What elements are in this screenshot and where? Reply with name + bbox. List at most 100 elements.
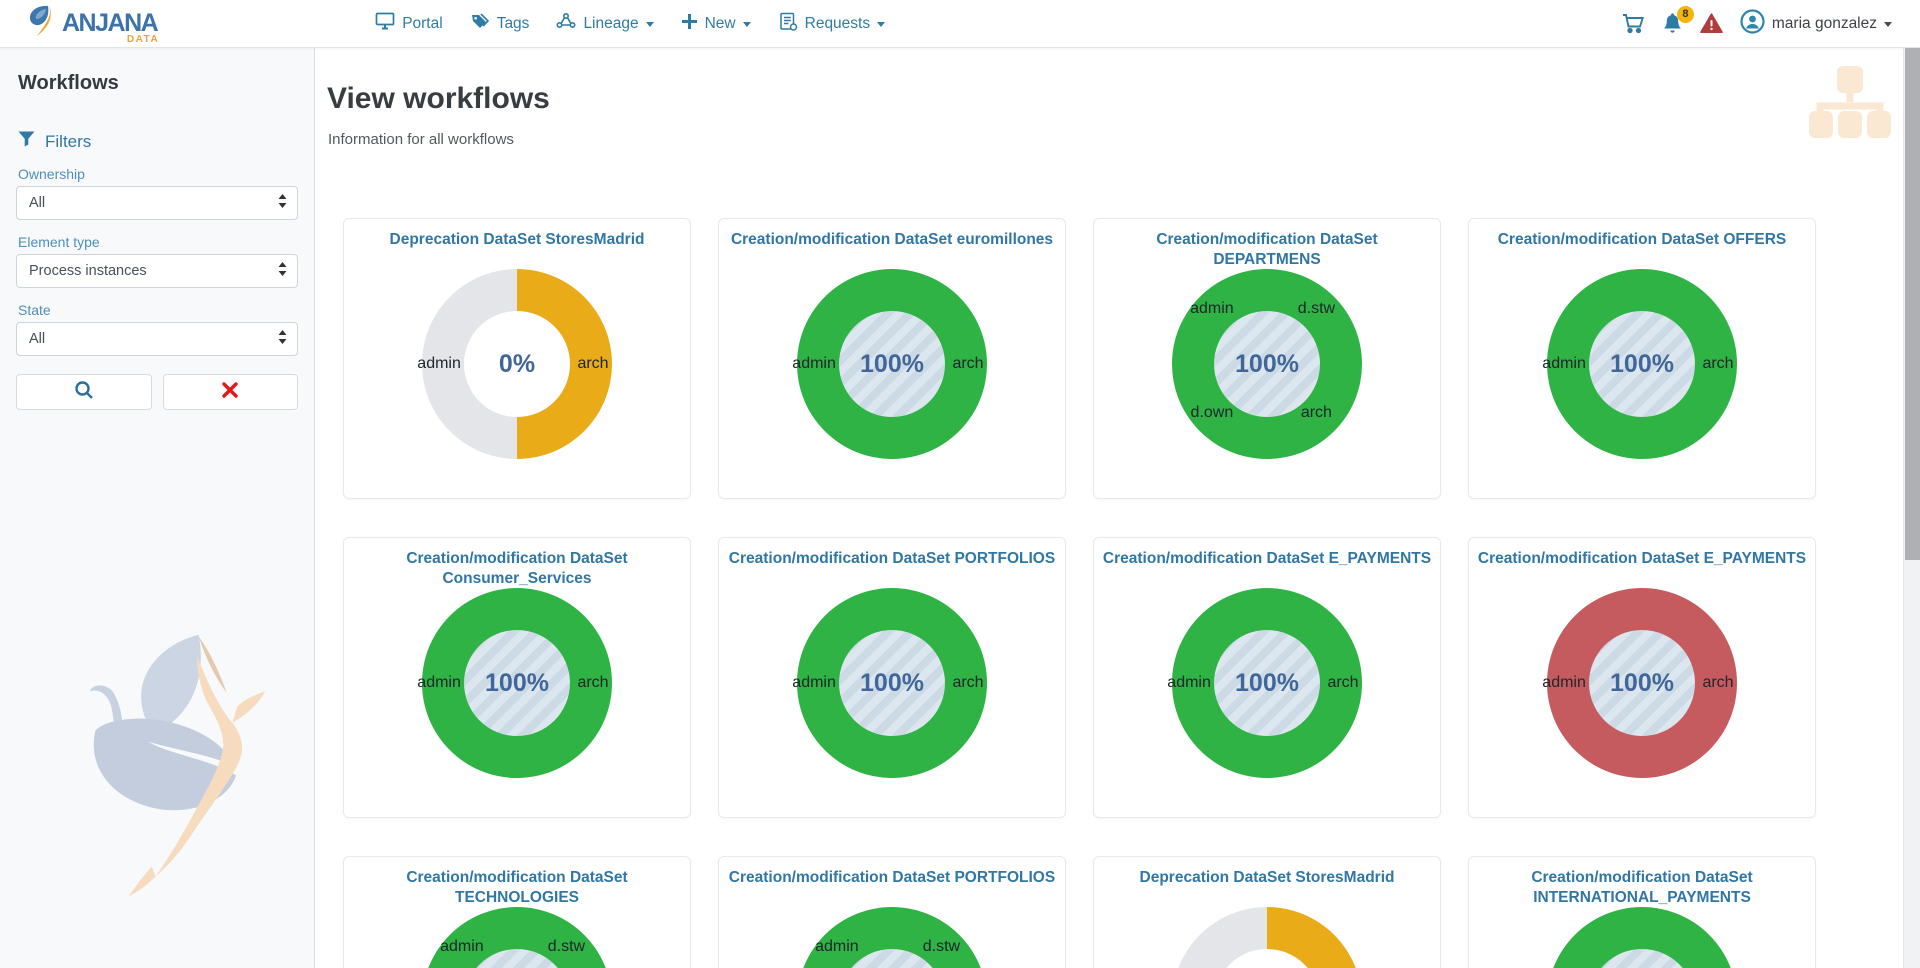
workflow-card[interactable]: Creation/modification DataSet OFFERS 100… bbox=[1468, 218, 1816, 499]
workflow-progress-donut: 0% adminarch bbox=[422, 269, 612, 459]
workflow-card[interactable]: Creation/modification DataSet INTERNATIO… bbox=[1468, 856, 1816, 968]
sidebar-title: Workflows bbox=[18, 72, 314, 95]
user-avatar-icon bbox=[1740, 9, 1765, 39]
chevron-down-icon bbox=[1884, 22, 1892, 27]
search-icon bbox=[74, 380, 94, 405]
field-label: Element type bbox=[18, 234, 298, 250]
donut-percent: 100% bbox=[1235, 350, 1299, 379]
select-value: Process instances bbox=[29, 263, 278, 279]
workflow-cards-grid: Deprecation DataSet StoresMadrid 0% admi… bbox=[343, 218, 1816, 968]
nav-item-lineage[interactable]: Lineage bbox=[556, 12, 653, 35]
donut-center: 100% bbox=[839, 311, 945, 417]
donut-center: 100% bbox=[1589, 630, 1695, 736]
workflow-card-title: Creation/modification DataSet Consumer_S… bbox=[352, 549, 682, 589]
workflow-progress-donut: 0% adminarch bbox=[1172, 907, 1362, 968]
nav-item-requests[interactable]: Requests bbox=[778, 12, 885, 36]
workflow-card[interactable]: Creation/modification DataSet PORTFOLIOS… bbox=[718, 856, 1066, 968]
user-menu[interactable]: maria gonzalez bbox=[1740, 9, 1892, 39]
workflow-card[interactable]: Creation/modification DataSet euromillon… bbox=[718, 218, 1066, 499]
workflow-card-title: Creation/modification DataSet PORTFOLIOS bbox=[727, 549, 1057, 569]
workflow-progress-donut: 100% adminarch bbox=[1172, 588, 1362, 778]
donut-role-label: admin bbox=[1542, 674, 1586, 692]
nav-label: New bbox=[705, 15, 736, 33]
filter-field-element-type: Element type Process instances bbox=[16, 234, 298, 288]
donut-role-label: admin bbox=[1190, 300, 1234, 318]
donut-role-label: admin bbox=[792, 674, 836, 692]
donut-percent: 0% bbox=[499, 350, 535, 379]
notifications-bell-button[interactable]: 8 bbox=[1662, 13, 1683, 35]
workflow-card[interactable]: Creation/modification DataSet PORTFOLIOS… bbox=[718, 537, 1066, 818]
workflow-card[interactable]: Creation/modification DataSet DEPARTMENS… bbox=[1093, 218, 1441, 499]
donut-role-label: arch bbox=[1702, 355, 1733, 373]
donut-role-label: d.stw bbox=[923, 938, 960, 956]
donut-center: 100% bbox=[464, 630, 570, 736]
donut-percent: 100% bbox=[860, 669, 924, 698]
main-content: View workflows Information for all workf… bbox=[315, 48, 1903, 968]
brand-logo[interactable]: ANJANA DATA bbox=[26, 3, 157, 44]
workflow-card[interactable]: Deprecation DataSet StoresMadrid 0% admi… bbox=[1093, 856, 1441, 968]
alerts-warning-button[interactable] bbox=[1700, 13, 1723, 34]
chevron-down-icon bbox=[743, 22, 751, 27]
nav-label: Portal bbox=[402, 15, 443, 33]
vertical-scrollbar bbox=[1903, 48, 1920, 968]
select-value: All bbox=[29, 331, 278, 347]
donut-role-label: arch bbox=[952, 355, 983, 373]
workflow-progress-donut: 100% adminarch bbox=[797, 588, 987, 778]
field-label: Ownership bbox=[18, 166, 298, 182]
workflow-progress-donut: 100% admind.stwd.ownarch bbox=[797, 907, 987, 968]
donut-percent: 100% bbox=[860, 350, 924, 379]
select-arrows-icon bbox=[278, 262, 287, 281]
filters-heading-label: Filters bbox=[45, 132, 91, 152]
ownership-select[interactable]: All bbox=[16, 186, 298, 220]
donut-percent: 100% bbox=[1610, 350, 1674, 379]
donut-role-label: d.stw bbox=[548, 938, 585, 956]
workflow-card-title: Deprecation DataSet StoresMadrid bbox=[352, 230, 682, 250]
filter-actions bbox=[16, 374, 298, 410]
donut-role-label: d.stw bbox=[1298, 300, 1335, 318]
workflow-progress-donut: 100% adminarch bbox=[1547, 907, 1737, 968]
donut-percent: 100% bbox=[485, 669, 549, 698]
filters-sidebar: Workflows Filters Ownership All Element … bbox=[0, 48, 315, 968]
state-select[interactable]: All bbox=[16, 322, 298, 356]
donut-center: 100% bbox=[1214, 630, 1320, 736]
donut-center: 100% bbox=[1214, 311, 1320, 417]
workflow-card-title: Creation/modification DataSet E_PAYMENTS bbox=[1102, 549, 1432, 569]
nav-item-portal[interactable]: Portal bbox=[375, 12, 443, 35]
workflow-card[interactable]: Creation/modification DataSet E_PAYMENTS… bbox=[1468, 537, 1816, 818]
nav-item-tags[interactable]: Tags bbox=[470, 12, 530, 35]
workflow-card-title: Creation/modification DataSet PORTFOLIOS bbox=[727, 868, 1057, 888]
workflow-card-title: Creation/modification DataSet INTERNATIO… bbox=[1477, 868, 1807, 908]
workflow-card-title: Creation/modification DataSet TECHNOLOGI… bbox=[352, 868, 682, 908]
lineage-icon bbox=[556, 12, 576, 35]
plus-icon bbox=[681, 13, 698, 35]
brand-sub: DATA bbox=[127, 35, 159, 45]
select-value: All bbox=[29, 195, 278, 211]
workflow-card[interactable]: Deprecation DataSet StoresMadrid 0% admi… bbox=[343, 218, 691, 499]
donut-role-label: admin bbox=[440, 938, 484, 956]
page-subtitle: Information for all workflows bbox=[328, 131, 514, 148]
portal-monitor-icon bbox=[375, 12, 395, 35]
filter-field-ownership: Ownership All bbox=[16, 166, 298, 220]
donut-role-label: admin bbox=[792, 355, 836, 373]
workflow-card[interactable]: Creation/modification DataSet E_PAYMENTS… bbox=[1093, 537, 1441, 818]
anjana-fairy-watermark bbox=[58, 616, 283, 906]
donut-role-label: arch bbox=[1327, 674, 1358, 692]
scrollbar-thumb[interactable] bbox=[1905, 48, 1920, 560]
donut-center: 100% bbox=[1589, 311, 1695, 417]
chevron-down-icon bbox=[877, 22, 885, 27]
search-button[interactable] bbox=[16, 374, 152, 410]
element-type-select[interactable]: Process instances bbox=[16, 254, 298, 288]
donut-percent: 100% bbox=[1610, 669, 1674, 698]
nav-item-new[interactable]: New bbox=[681, 13, 751, 35]
workflow-card[interactable]: Creation/modification DataSet Consumer_S… bbox=[343, 537, 691, 818]
workflow-card[interactable]: Creation/modification DataSet TECHNOLOGI… bbox=[343, 856, 691, 968]
donut-role-label: admin bbox=[1167, 674, 1211, 692]
user-name: maria gonzalez bbox=[1772, 15, 1877, 33]
workflow-card-title: Creation/modification DataSet euromillon… bbox=[727, 230, 1057, 250]
donut-role-label: arch bbox=[1702, 674, 1733, 692]
donut-role-label: admin bbox=[815, 938, 859, 956]
tags-icon bbox=[470, 12, 490, 35]
cart-button[interactable] bbox=[1622, 13, 1645, 34]
clear-filters-button[interactable] bbox=[163, 374, 299, 410]
donut-role-label: admin bbox=[417, 355, 461, 373]
